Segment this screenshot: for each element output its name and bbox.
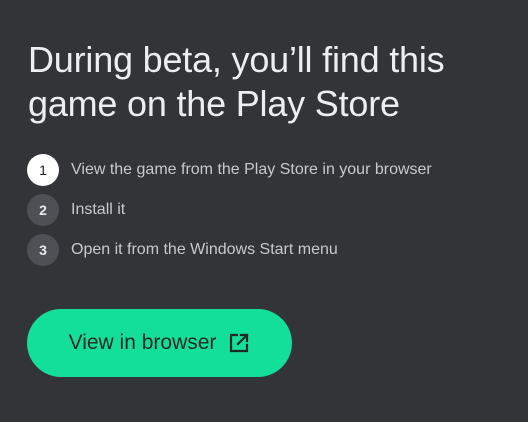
view-in-browser-button[interactable]: View in browser <box>27 309 292 377</box>
open-in-new-icon <box>228 332 250 354</box>
steps-list: 1 View the game from the Play Store in y… <box>27 154 432 274</box>
step-number-badge: 2 <box>27 194 59 226</box>
step-item-1: 1 View the game from the Play Store in y… <box>27 154 432 186</box>
step-text: Open it from the Windows Start menu <box>71 241 338 258</box>
step-item-2: 2 Install it <box>27 194 432 226</box>
beta-play-store-panel: During beta, you’ll find this game on th… <box>0 0 528 422</box>
view-in-browser-label: View in browser <box>68 331 217 354</box>
step-number-badge: 3 <box>27 234 59 266</box>
step-text: View the game from the Play Store in you… <box>71 161 432 178</box>
step-number-badge: 1 <box>27 154 59 186</box>
step-item-3: 3 Open it from the Windows Start menu <box>27 234 432 266</box>
step-text: Install it <box>71 201 126 218</box>
panel-title: During beta, you’ll find this game on th… <box>28 39 445 124</box>
